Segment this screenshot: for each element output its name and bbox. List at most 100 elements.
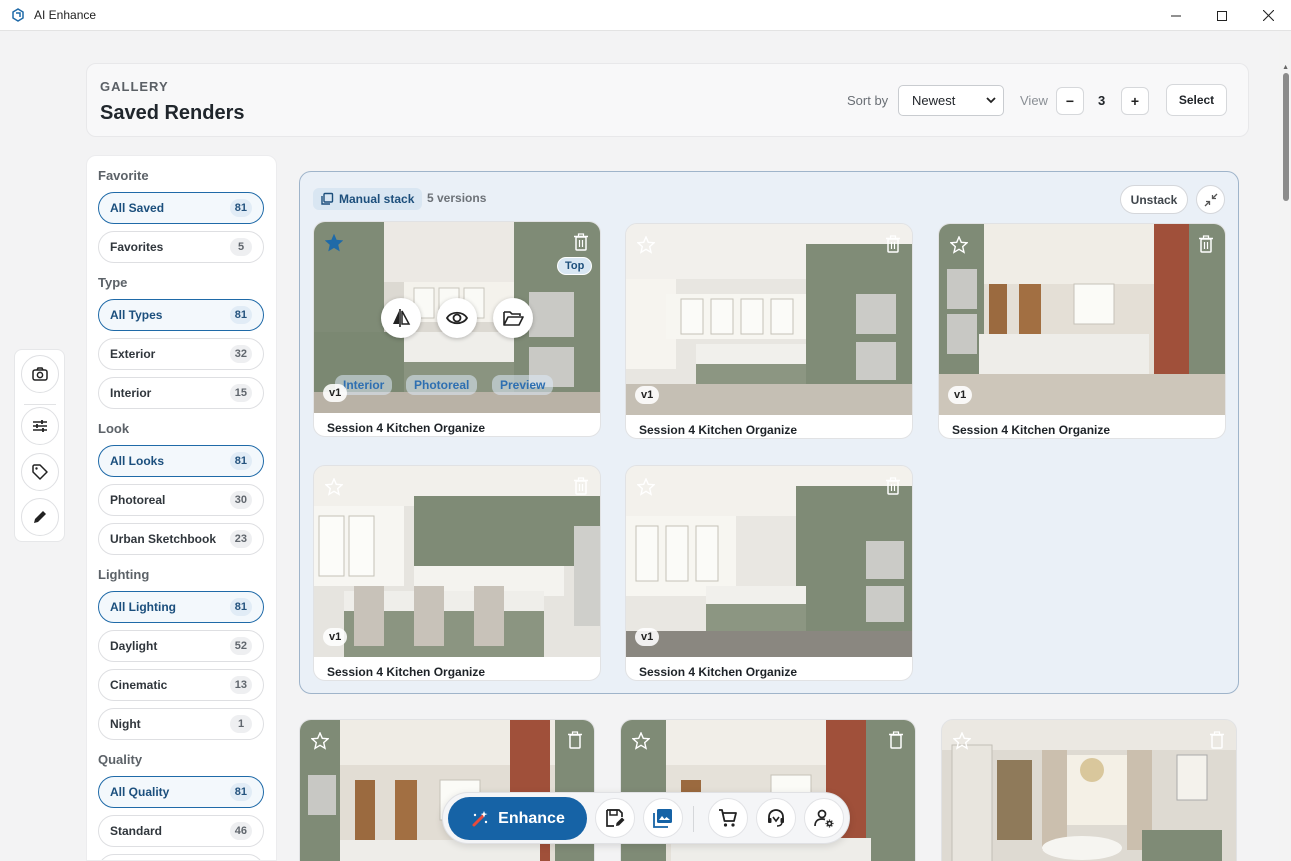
maximize-icon [1217, 10, 1227, 21]
sort-select[interactable]: Newest [898, 85, 1004, 116]
select-button[interactable]: Select [1166, 84, 1227, 116]
favorite-star-icon[interactable] [953, 732, 971, 750]
filter-count: 81 [229, 452, 252, 470]
compare-button[interactable] [381, 298, 421, 338]
render-thumbnail[interactable] [626, 224, 912, 415]
kitchen-image [626, 224, 912, 415]
filter-all-quality[interactable]: All Quality 81 [98, 776, 264, 808]
filter-label: Photoreal [110, 493, 166, 507]
scroll-thumb[interactable] [1283, 73, 1289, 201]
filter-interior[interactable]: Interior 15 [98, 377, 264, 409]
filter-count: 81 [229, 306, 252, 324]
filter-count: 52 [229, 637, 252, 655]
filter-count: 15 [229, 384, 252, 402]
trash-icon[interactable] [885, 235, 901, 253]
render-card[interactable] [941, 719, 1237, 861]
filter-standard[interactable]: Standard 46 [98, 815, 264, 847]
favorite-star-icon[interactable] [637, 478, 655, 496]
tool-rail [14, 349, 65, 542]
save-edit-button[interactable] [595, 798, 635, 838]
favorite-star-icon[interactable] [325, 478, 343, 496]
dock-divider [693, 806, 694, 832]
support-button[interactable] [756, 798, 796, 838]
trash-icon[interactable] [885, 477, 901, 495]
user-settings-icon [814, 809, 834, 828]
scroll-up-icon[interactable]: ▲ [1282, 64, 1289, 71]
render-thumbnail[interactable] [314, 466, 600, 657]
filter-count: 30 [229, 491, 252, 509]
favorite-star-icon[interactable] [632, 732, 650, 750]
trash-icon[interactable] [567, 731, 583, 749]
user-settings-button[interactable] [804, 798, 844, 838]
filter-label: Cinematic [110, 678, 168, 692]
favorite-star-icon[interactable] [637, 236, 655, 254]
page-scrollbar[interactable]: ▲ ▼ [1279, 31, 1291, 861]
collapse-icon [1204, 193, 1217, 206]
render-thumbnail[interactable] [939, 224, 1225, 415]
trash-icon[interactable] [1209, 731, 1225, 749]
render-title: Session 4 Kitchen Organize [327, 421, 486, 435]
render-thumbnail[interactable] [626, 466, 912, 657]
camera-tool-button[interactable] [21, 355, 59, 393]
folder-open-icon [503, 311, 524, 326]
adjust-tool-button[interactable] [21, 407, 59, 445]
trash-icon[interactable] [573, 233, 589, 251]
close-icon [1262, 10, 1274, 21]
trash-icon[interactable] [573, 477, 589, 495]
filter-label: Night [110, 717, 141, 731]
filter-count: 81 [229, 199, 252, 217]
trash-icon[interactable] [888, 731, 904, 749]
filter-all-saved[interactable]: All Saved 81 [98, 192, 264, 224]
open-folder-button[interactable] [493, 298, 533, 338]
minimize-icon [1171, 15, 1181, 16]
favorite-star-icon[interactable] [311, 732, 329, 750]
filter-favorites[interactable]: Favorites 5 [98, 231, 264, 263]
edit-tool-button[interactable] [21, 498, 59, 536]
filter-cinematic[interactable]: Cinematic 13 [98, 669, 264, 701]
view-label: View [1020, 93, 1048, 108]
favorite-star-icon[interactable] [325, 234, 343, 252]
compare-icon [393, 309, 411, 327]
cart-button[interactable] [708, 798, 748, 838]
render-card[interactable]: Top Interior Photoreal Preview v1 Sessio… [313, 221, 601, 437]
minimize-button[interactable] [1153, 0, 1199, 31]
lighting-section-title: Lighting [98, 567, 150, 582]
view-decrease-button[interactable]: − [1056, 87, 1084, 115]
enhance-button[interactable]: Enhance [448, 797, 587, 840]
render-card[interactable]: v1 Session 4 Kitchen Organize [625, 223, 913, 439]
render-card[interactable]: v1 Session 4 Kitchen Organize [625, 465, 913, 681]
filter-urban-sketchbook[interactable]: Urban Sketchbook 23 [98, 523, 264, 555]
trash-icon[interactable] [1198, 235, 1214, 253]
filter-count: 5 [230, 238, 252, 256]
filter-photoreal[interactable]: Photoreal 30 [98, 484, 264, 516]
eye-icon [445, 311, 469, 325]
maximize-button[interactable] [1199, 0, 1245, 31]
filter-daylight[interactable]: Daylight 52 [98, 630, 264, 662]
view-increase-button[interactable]: + [1121, 87, 1149, 115]
filter-label: Daylight [110, 639, 158, 653]
gallery-icon [653, 809, 672, 828]
filter-night[interactable]: Night 1 [98, 708, 264, 740]
gallery-button[interactable] [643, 798, 683, 838]
close-button[interactable] [1245, 0, 1291, 31]
filter-exterior[interactable]: Exterior 32 [98, 338, 264, 370]
render-card[interactable]: v1 Session 4 Kitchen Organize [938, 223, 1226, 439]
unstack-button[interactable]: Unstack [1120, 185, 1188, 214]
render-card[interactable]: v1 Session 4 Kitchen Organize [313, 465, 601, 681]
action-dock: Enhance [442, 792, 850, 844]
support-icon [768, 809, 784, 827]
kitchen-image [939, 224, 1225, 415]
preview-button[interactable] [437, 298, 477, 338]
collapse-stack-button[interactable] [1196, 185, 1225, 214]
version-badge: v1 [635, 386, 660, 404]
filter-all-looks[interactable]: All Looks 81 [98, 445, 264, 477]
favorite-star-icon[interactable] [950, 236, 968, 254]
filter-label: All Saved [110, 201, 165, 215]
sort-value: Newest [912, 93, 956, 108]
filter-all-lighting[interactable]: All Lighting 81 [98, 591, 264, 623]
pencil-icon [34, 511, 46, 523]
magic-wand-icon [472, 810, 488, 826]
filter-more[interactable] [98, 854, 264, 860]
filter-all-types[interactable]: All Types 81 [98, 299, 264, 331]
tag-tool-button[interactable] [21, 453, 59, 491]
